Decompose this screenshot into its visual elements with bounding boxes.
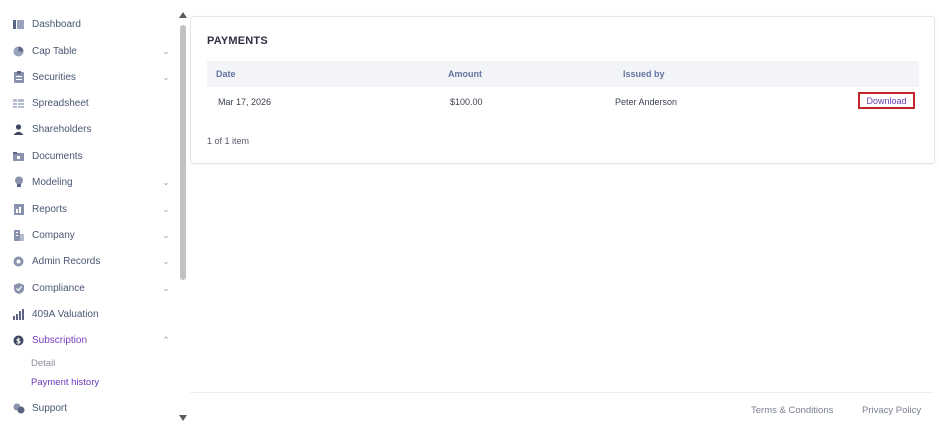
download-button[interactable]: Download — [858, 92, 915, 109]
chevron-down-icon: ⌄ — [162, 203, 170, 214]
sidebar-item-securities[interactable]: Securities ⌄ — [12, 66, 176, 88]
sidebar-scrollbar[interactable] — [176, 10, 190, 423]
sidebar-item-admin-records[interactable]: Admin Records ⌄ — [12, 250, 176, 272]
sidebar-item-subscription[interactable]: $ Subscription ⌃ — [12, 329, 176, 351]
chevron-down-icon: ⌄ — [162, 282, 170, 293]
sidebar-item-company[interactable]: Company ⌄ — [12, 224, 176, 246]
chevron-down-icon: ⌄ — [162, 229, 170, 240]
sidebar-item-compliance[interactable]: Compliance ⌄ — [12, 277, 176, 299]
sidebar-item-shareholders[interactable]: Shareholders — [12, 118, 176, 140]
sidebar-item-cap-table[interactable]: Cap Table ⌄ — [12, 40, 176, 62]
dollar-circle-icon: $ — [12, 334, 25, 347]
privacy-link[interactable]: Privacy Policy — [862, 405, 921, 416]
page-title: PAYMENTS — [207, 35, 268, 47]
support-icon — [12, 402, 25, 415]
table-row: Mar 17, 2026 $100.00 Peter Anderson Down… — [207, 87, 919, 117]
spreadsheet-icon — [12, 97, 25, 110]
svg-text:$: $ — [16, 336, 21, 345]
shield-check-icon — [12, 282, 25, 295]
column-header-amount[interactable]: Amount — [448, 69, 482, 79]
sidebar-item-spreadsheet[interactable]: Spreadsheet — [12, 92, 176, 114]
report-icon — [12, 203, 25, 216]
scroll-up-arrow-icon[interactable] — [179, 12, 187, 18]
chevron-down-icon: ⌄ — [162, 45, 170, 56]
payment-amount: $100.00 — [450, 97, 483, 107]
pie-chart-icon — [12, 45, 25, 58]
sidebar-item-dashboard[interactable]: Dashboard — [12, 13, 176, 35]
payment-issued-by: Peter Anderson — [615, 97, 678, 107]
sidebar-item-reports[interactable]: Reports ⌄ — [12, 198, 176, 220]
sidebar-subitem-detail[interactable]: Detail — [31, 358, 55, 369]
folder-icon — [12, 150, 25, 163]
scrollbar-thumb[interactable] — [180, 25, 186, 280]
sidebar-subitem-payment-history[interactable]: Payment history — [31, 377, 99, 388]
person-icon — [12, 123, 25, 136]
dashboard-icon — [12, 18, 25, 31]
column-header-date[interactable]: Date — [216, 69, 236, 79]
valuation-icon — [12, 308, 25, 321]
sidebar-item-documents[interactable]: Documents — [12, 145, 176, 167]
sidebar-item-modeling[interactable]: Modeling ⌄ — [12, 171, 176, 193]
chevron-down-icon: ⌄ — [162, 176, 170, 187]
lightbulb-icon — [12, 176, 25, 189]
footer-divider — [190, 392, 933, 393]
chevron-down-icon: ⌄ — [162, 71, 170, 82]
chevron-up-icon: ⌃ — [162, 334, 170, 345]
clipboard-icon — [12, 71, 25, 84]
chevron-down-icon: ⌄ — [162, 255, 170, 266]
admin-records-icon — [12, 255, 25, 268]
table-header: Date Amount Issued by — [207, 61, 919, 87]
sidebar-item-support[interactable]: Support — [12, 397, 176, 419]
sidebar: Dashboard Cap Table ⌄ Securities ⌄ Sprea… — [0, 0, 176, 429]
pagination-info: 1 of 1 item — [207, 136, 250, 146]
payments-card: PAYMENTS Date Amount Issued by Mar 17, 2… — [190, 16, 935, 164]
building-icon — [12, 229, 25, 242]
sidebar-item-409a-valuation[interactable]: 409A Valuation — [12, 303, 176, 325]
payment-date: Mar 17, 2026 — [218, 97, 272, 107]
terms-link[interactable]: Terms & Conditions — [751, 405, 833, 416]
column-header-issued-by[interactable]: Issued by — [623, 69, 665, 79]
scroll-down-arrow-icon[interactable] — [179, 415, 187, 421]
